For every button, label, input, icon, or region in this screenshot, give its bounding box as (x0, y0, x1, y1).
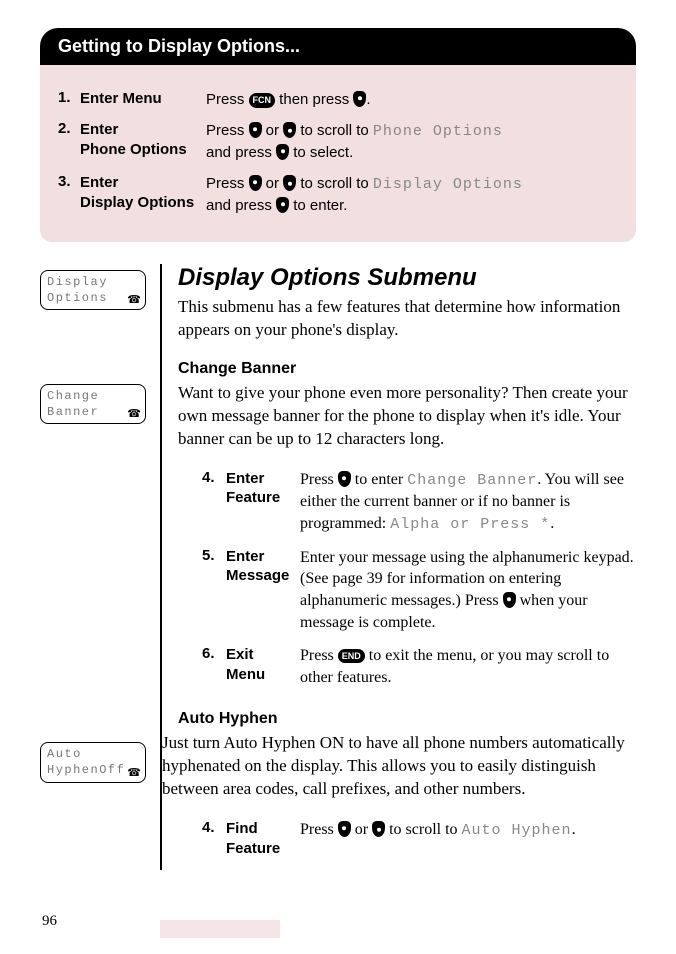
section-title: Display Options Submenu (178, 264, 636, 292)
lcd-display-options: Display Options ☎ (40, 270, 146, 310)
lcd-change-banner: Change Banner ☎ (40, 384, 146, 424)
lcd-text-inline: Auto Hyphen (462, 822, 572, 839)
text-fragment: Press (206, 91, 249, 108)
up-key-icon (249, 122, 262, 138)
text-fragment: Press (300, 647, 338, 664)
intro-text: This submenu has a few features that det… (178, 296, 636, 342)
header-step-1: 1. Enter Menu Press FCN then press . (58, 89, 618, 110)
text-fragment: . (366, 91, 370, 108)
step-number: 6. (202, 645, 226, 688)
text-fragment: to scroll to (296, 175, 373, 192)
nav-key-icon (353, 91, 366, 107)
lcd-text-inline: Change Banner (407, 472, 537, 489)
step-label: Find Feature (226, 819, 300, 858)
lcd-text-inline: Phone Options (373, 123, 503, 140)
text-fragment: Press (206, 175, 249, 192)
text-fragment: to select. (289, 144, 353, 161)
auto-hyphen-body: Just turn Auto Hyphen ON to have all pho… (162, 732, 636, 801)
phone-icon: ☎ (127, 407, 141, 420)
main-column: Display Options Submenu This submenu has… (160, 264, 636, 870)
text-fragment: . (572, 821, 576, 838)
lcd-text-inline: Display Options (373, 176, 523, 193)
text-fragment: to scroll to (385, 821, 461, 838)
text-fragment: Press (206, 122, 249, 139)
text-fragment: or (262, 175, 284, 192)
down-key-icon (372, 821, 385, 837)
header-step-2: 2. Enter Phone Options Press or to scrol… (58, 120, 618, 163)
header-step-3: 3. Enter Display Options Press or to scr… (58, 173, 618, 216)
fcn-pill: FCN (249, 93, 276, 108)
end-pill: END (338, 649, 365, 664)
step-text: Press or to scroll to Phone Options and … (206, 120, 618, 163)
step-text: Press END to exit the menu, or you may s… (300, 645, 636, 688)
down-key-icon (283, 122, 296, 138)
text-fragment: to enter. (289, 197, 347, 214)
step-number: 1. (58, 89, 80, 106)
text-fragment: to scroll to (296, 122, 373, 139)
step-text: Press to enter Change Banner. You will s… (300, 469, 636, 535)
step-text: Press or to scroll to Display Options an… (206, 173, 618, 216)
text-fragment: and press (206, 144, 276, 161)
page-number: 96 (42, 913, 57, 930)
up-key-icon (338, 821, 351, 837)
step-text: Enter your message using the alphanumeri… (300, 547, 636, 633)
cb-step-5: 5. Enter Message Enter your message usin… (202, 547, 636, 633)
change-banner-body: Want to give your phone even more person… (178, 382, 636, 451)
text-fragment: and press (206, 197, 276, 214)
step-label: Enter Menu (80, 89, 206, 109)
text-fragment: . (550, 515, 554, 532)
step-number: 3. (58, 173, 80, 190)
cb-step-4: 4. Enter Feature Press to enter Change B… (202, 469, 636, 535)
step-label: Exit Menu (226, 645, 300, 688)
lcd-line: Display (47, 275, 139, 291)
nav-key-icon (338, 471, 351, 487)
nav-key-icon (503, 592, 516, 608)
footer-accent (160, 920, 280, 938)
step-label: Enter Display Options (80, 173, 206, 212)
side-column: Display Options ☎ Change Banner ☎ Auto H… (40, 264, 160, 870)
auto-hyphen-head: Auto Hyphen (178, 710, 636, 728)
lcd-line: HyphenOff (47, 763, 139, 779)
step-label: Enter Message (226, 547, 300, 633)
text-fragment: to enter (351, 471, 407, 488)
ah-step-4: 4. Find Feature Press or to scroll to Au… (202, 819, 636, 858)
step-number: 4. (202, 469, 226, 535)
text-fragment: or (351, 821, 372, 838)
down-key-icon (283, 175, 296, 191)
step-text: Press or to scroll to Auto Hyphen. (300, 819, 636, 858)
text-fragment: Press (300, 821, 338, 838)
change-banner-head: Change Banner (178, 360, 636, 378)
nav-key-icon (276, 197, 289, 213)
step-label: Enter Phone Options (80, 120, 206, 159)
header-body: 1. Enter Menu Press FCN then press . 2. … (40, 65, 636, 242)
lcd-line: Banner (47, 405, 139, 421)
nav-key-icon (276, 144, 289, 160)
cb-step-6: 6. Exit Menu Press END to exit the menu,… (202, 645, 636, 688)
phone-icon: ☎ (127, 766, 141, 779)
step-number: 4. (202, 819, 226, 858)
step-number: 5. (202, 547, 226, 633)
up-key-icon (249, 175, 262, 191)
text-fragment: Press (300, 471, 338, 488)
step-label: Enter Feature (226, 469, 300, 535)
lcd-line: Change (47, 389, 139, 405)
phone-icon: ☎ (127, 293, 141, 306)
lcd-auto-hyphen: Auto HyphenOff ☎ (40, 742, 146, 782)
header-box: Getting to Display Options... 1. Enter M… (40, 28, 636, 242)
lcd-text-inline: Alpha or Press * (390, 516, 550, 533)
text-fragment: or (262, 122, 284, 139)
step-text: Press FCN then press . (206, 89, 618, 110)
lcd-line: Options (47, 291, 139, 307)
text-fragment: then press (275, 91, 353, 108)
step-number: 2. (58, 120, 80, 137)
lcd-line: Auto (47, 747, 139, 763)
header-title: Getting to Display Options... (40, 28, 636, 65)
